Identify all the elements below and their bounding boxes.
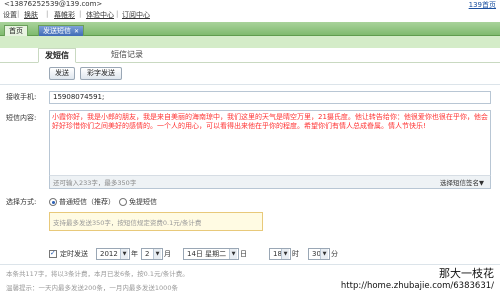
hour-select[interactable]: 18 ▼ xyxy=(269,248,291,260)
chevron-down-icon: ▼ xyxy=(120,249,128,259)
sub-tab-bar: 发短信 短信记录 xyxy=(0,48,500,63)
year-select[interactable]: 2012 ▼ xyxy=(96,248,130,260)
chevron-down-icon: ▼ xyxy=(229,249,237,259)
minute-select[interactable]: 30 ▼ xyxy=(308,248,330,260)
content-label: 短信内容: xyxy=(6,114,37,122)
month-unit: 月 xyxy=(164,250,171,258)
warm-tip: 温馨提示：一天内最多发送200条，一月内最多发送1000条 xyxy=(6,284,178,292)
receiver-value: 15908074591; xyxy=(53,93,105,101)
radio-free-sms[interactable] xyxy=(119,198,127,206)
minute-unit: 分 xyxy=(331,250,338,258)
year-value: 2012 xyxy=(100,250,118,258)
menu-separator: | xyxy=(79,10,82,18)
tab-send-sms[interactable]: 发送短信 ✕ xyxy=(38,25,85,36)
menu-curtain[interactable]: 幕帷彩 xyxy=(54,10,75,20)
menu-bar: 设置 | 换肤 | 幕帷彩 | 体验中心 | 订阅中心 xyxy=(0,9,500,21)
tab-home[interactable]: 首页 xyxy=(4,25,28,36)
chevron-down-icon: ▼ xyxy=(281,249,289,259)
watermark-url: http://home.zhubajie.com/6383631/ xyxy=(340,281,494,291)
tab-compose[interactable]: 发短信 xyxy=(38,48,76,63)
message-footer: 还可输入233字，最多350字 选择短信签名▼ xyxy=(49,175,491,189)
day-select[interactable]: 14日 星期二 ▼ xyxy=(183,248,239,260)
billing-note: 本条共117字，将以3条计费，本月已发6条，按0.1元/条计费。 xyxy=(6,270,189,278)
send-method-tip: 支持最多发送350字，按短信规定资费0.1元/条计费 xyxy=(49,212,263,231)
menu-skin[interactable]: 换肤 xyxy=(24,10,38,20)
month-value: 2 xyxy=(145,250,150,258)
send-button[interactable]: 发送 xyxy=(49,67,75,80)
top-bar: <13876252539@139.com> 139首页 xyxy=(0,0,500,9)
scheduled-send-checkbox[interactable] xyxy=(49,249,57,258)
menu-settings[interactable]: 设置 xyxy=(3,10,17,20)
receiver-input[interactable]: 15908074591; xyxy=(49,91,491,104)
message-text: 小霞你好，我是小郎的朋友，我是来自美丽的海南琼中，我们这里的天气是晴空万里，21… xyxy=(52,113,488,130)
radio-normal-sms[interactable] xyxy=(49,198,57,206)
menu-experience[interactable]: 体验中心 xyxy=(86,10,114,20)
hour-unit: 时 xyxy=(292,250,299,258)
tip-text: 支持最多发送350字，按短信规定资费0.1元/条计费 xyxy=(53,219,202,227)
signature-dropdown[interactable]: 选择短信签名▼ xyxy=(440,177,484,187)
green-strip xyxy=(0,36,500,48)
tab-home-label: 首页 xyxy=(9,27,23,35)
scheduled-send-label: 定时发送 xyxy=(60,250,88,258)
chevron-down-icon: ▼ xyxy=(153,249,161,259)
day-value: 14日 星期二 xyxy=(187,250,227,258)
chevron-down-icon: ▼ xyxy=(320,249,328,259)
divider xyxy=(0,264,500,265)
month-select[interactable]: 2 ▼ xyxy=(141,248,163,260)
send-method-label: 选择方式: xyxy=(6,198,37,206)
char-counter: 还可输入233字，最多350字 xyxy=(53,179,137,187)
mms-send-button[interactable]: 彩字发送 xyxy=(80,67,122,80)
menu-separator: | xyxy=(46,10,49,18)
menu-subscribe[interactable]: 订阅中心 xyxy=(122,10,150,20)
year-unit: 年 xyxy=(131,250,138,258)
free-sms-label: 免提短信 xyxy=(129,198,157,206)
tab-send-sms-label: 发送短信 xyxy=(43,27,71,35)
watermark-name: 那大一枝花 xyxy=(439,267,494,280)
menu-separator: | xyxy=(116,10,119,18)
normal-sms-label: 普通短信（推荐） xyxy=(59,198,115,206)
account-email: <13876252539@139.com> xyxy=(4,0,103,8)
tab-sms-records[interactable]: 短信记录 xyxy=(105,48,149,61)
day-unit: 日 xyxy=(240,250,247,258)
receiver-label: 接收手机: xyxy=(6,93,37,101)
window-tab-bar: 首页 发送短信 ✕ xyxy=(0,22,500,36)
menu-separator: | xyxy=(17,10,20,18)
close-icon[interactable]: ✕ xyxy=(74,28,79,35)
divider xyxy=(0,84,500,85)
